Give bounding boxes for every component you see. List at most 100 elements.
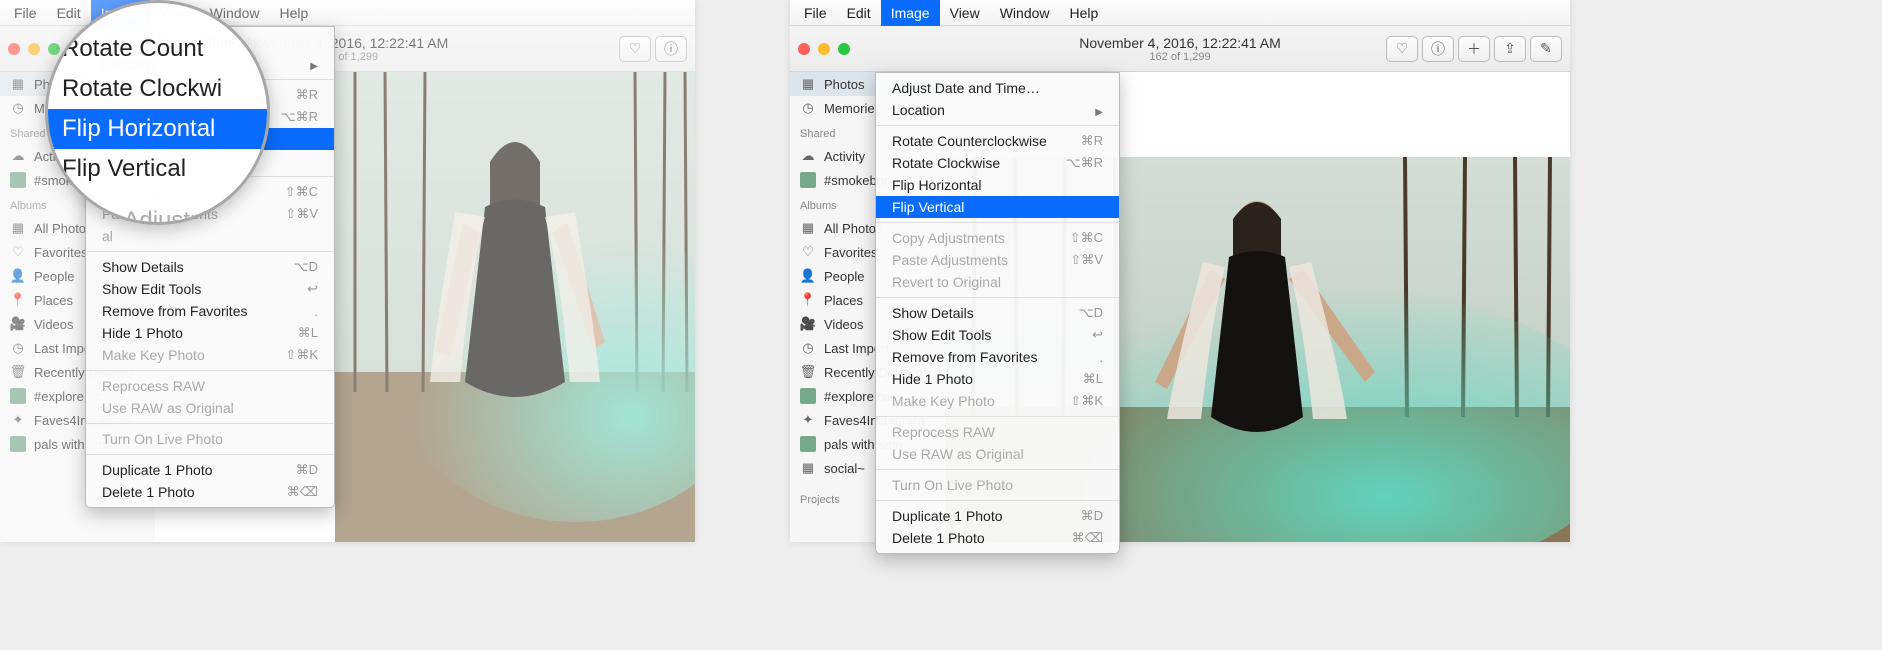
menu-item-rotate-counterclockwise[interactable]: Rotate Counterclockwise⌘R	[876, 130, 1119, 152]
grid-icon: ▦	[800, 460, 816, 476]
camera-icon: 🎥	[10, 316, 26, 332]
minimize-icon[interactable]	[818, 43, 830, 55]
menu-window[interactable]: Window	[990, 0, 1060, 26]
sparkle-icon: ✦	[10, 412, 26, 428]
menu-item-shortcut: ⌥⌘R	[281, 109, 318, 125]
menu-edit[interactable]: Edit	[47, 0, 91, 26]
menu-item-hide-1-photo[interactable]: Hide 1 Photo⌘L	[876, 368, 1119, 390]
menu-item-flip-vertical[interactable]: Flip Vertical	[876, 196, 1119, 218]
mag-item: Rotate Count	[48, 29, 267, 69]
menu-item-delete-1-photo[interactable]: Delete 1 Photo ⌘⌫	[86, 481, 334, 503]
menu-item-shortcut: ⌥D	[294, 259, 318, 275]
menu-item-reprocess-raw: Reprocess RAW	[86, 375, 334, 397]
minimize-icon[interactable]	[28, 43, 40, 55]
sidebar-item-label: social~	[824, 461, 865, 476]
sidebar-item-label: Places	[34, 293, 73, 308]
menubar: File Edit Image View Window Help	[790, 0, 1570, 26]
window-toolbar: November 4, 2016, 12:22:41 AM 162 of 1,2…	[790, 26, 1570, 72]
menu-item-use-raw-as-original: Use RAW as Original	[876, 443, 1119, 465]
menu-item-revert-to-original: Revert to Original	[876, 271, 1119, 293]
menu-item-location[interactable]: Location	[876, 99, 1119, 121]
edit-button[interactable]: ✎	[1530, 36, 1562, 62]
menu-item-label: Rotate Clockwise	[892, 155, 1000, 171]
menu-item-remove-from-favorites[interactable]: Remove from Favorites.	[876, 346, 1119, 368]
menu-item-label: Flip Horizontal	[892, 177, 981, 193]
clock-icon: ◷	[10, 100, 26, 116]
menu-item-shortcut: ⌘R	[296, 87, 318, 103]
menu-item-adjust-date-and-time-[interactable]: Adjust Date and Time…	[876, 77, 1119, 99]
menu-item-flip-horizontal[interactable]: Flip Horizontal	[876, 174, 1119, 196]
menu-item-duplicate-1-photo[interactable]: Duplicate 1 Photo⌘D	[876, 505, 1119, 527]
menu-item-shortcut: ↩	[307, 281, 318, 297]
clock-icon: ◷	[10, 340, 26, 356]
menu-item-label: Reprocess RAW	[102, 378, 205, 394]
menu-item-hide-1-photo[interactable]: Hide 1 Photo⌘L	[86, 322, 334, 344]
menu-item-duplicate-1-photo[interactable]: Duplicate 1 Photo⌘D	[86, 459, 334, 481]
menu-view[interactable]: View	[940, 0, 990, 26]
menu-item-show-details[interactable]: Show Details⌥D	[86, 256, 334, 278]
album-thumb-icon	[800, 172, 816, 188]
menu-item-label: Delete 1 Photo	[892, 530, 985, 546]
clock-icon: ◷	[800, 340, 816, 356]
menu-item-show-details[interactable]: Show Details⌥D	[876, 302, 1119, 324]
menu-item-label: Delete 1 Photo	[102, 484, 195, 500]
menu-item-shortcut: ↩	[1092, 327, 1103, 343]
menu-item-shortcut: ⇧⌘V	[1070, 252, 1103, 268]
menu-help[interactable]: Help	[1060, 0, 1109, 26]
menu-item-show-edit-tools[interactable]: Show Edit Tools ↩	[86, 278, 334, 300]
menu-item-label: Hide 1 Photo	[102, 325, 183, 341]
toolbar-title: November 4, 2016, 12:22:41 AM 162 of 1,2…	[1079, 35, 1281, 63]
menu-item-shortcut: ⌥⌘R	[1066, 155, 1103, 171]
info-button[interactable]: ⓘ	[655, 36, 687, 62]
image-menu-dropdown[interactable]: Adjust Date and Time…Location Rotate Coun…	[875, 72, 1120, 554]
menu-item-show-edit-tools[interactable]: Show Edit Tools ↩	[876, 324, 1119, 346]
menu-item-shortcut: ⇧⌘C	[285, 184, 318, 200]
heart-icon: ♡	[1396, 40, 1409, 57]
favorite-button[interactable]: ♡	[619, 36, 651, 62]
trash-icon: 🗑	[800, 364, 816, 380]
zoom-icon[interactable]	[838, 43, 850, 55]
info-icon: ⓘ	[1431, 39, 1445, 59]
panel-left-screenshot: File Edit Image View Window Help Novembe…	[0, 0, 695, 542]
menu-help[interactable]: Help	[270, 0, 319, 26]
menu-item-copy-adjustments: Copy Adjustments⇧⌘C	[876, 227, 1119, 249]
menu-item-shortcut	[1095, 103, 1103, 118]
menu-item-delete-1-photo[interactable]: Delete 1 Photo ⌘⌫	[876, 527, 1119, 549]
menu-item-remove-from-favorites[interactable]: Remove from Favorites.	[86, 300, 334, 322]
menu-item-shortcut: ⇧⌘K	[1070, 393, 1103, 409]
menu-item-label: Show Edit Tools	[892, 327, 991, 343]
sidebar-item-label: Places	[824, 293, 863, 308]
cloud-icon: ☁	[800, 148, 816, 164]
album-thumb-icon	[10, 172, 26, 188]
photo-viewport	[335, 72, 695, 542]
menu-item-make-key-photo: Make Key Photo⇧⌘K	[86, 344, 334, 366]
close-icon[interactable]	[798, 43, 810, 55]
trash-icon: 🗑	[10, 364, 26, 380]
mag-item: Copy Adjustm	[48, 201, 267, 225]
share-button[interactable]: ⇪	[1494, 36, 1526, 62]
menu-item-shortcut: ⌘R	[1081, 133, 1103, 149]
menu-item-shortcut: ⌘⌫	[1072, 530, 1103, 546]
menu-item-make-key-photo: Make Key Photo⇧⌘K	[876, 390, 1119, 412]
info-button[interactable]: ⓘ	[1422, 36, 1454, 62]
add-button[interactable]: ＋	[1458, 36, 1490, 62]
photo-date: November 4, 2016, 12:22:41 AM	[1079, 35, 1281, 51]
share-icon: ⇪	[1504, 40, 1516, 57]
menu-file[interactable]: File	[794, 0, 837, 26]
menu-item-label: al	[102, 228, 113, 244]
sidebar-item-label: Videos	[824, 317, 864, 332]
menu-image[interactable]: Image	[881, 0, 940, 26]
menu-item-label: Make Key Photo	[102, 347, 205, 363]
menu-item-rotate-clockwise[interactable]: Rotate Clockwise ⌥⌘R	[876, 152, 1119, 174]
plus-icon: ＋	[1467, 39, 1481, 59]
grid-icon: ▦	[800, 220, 816, 236]
menu-item-label: Remove from Favorites	[102, 303, 247, 319]
menu-item-shortcut: ⌘⌫	[287, 484, 318, 500]
menu-edit[interactable]: Edit	[837, 0, 881, 26]
menu-file[interactable]: File	[4, 0, 47, 26]
menu-item-label: Show Edit Tools	[102, 281, 201, 297]
menu-item-label: Duplicate 1 Photo	[892, 508, 1003, 524]
close-icon[interactable]	[8, 43, 20, 55]
favorite-button[interactable]: ♡	[1386, 36, 1418, 62]
menu-item-label: Reprocess RAW	[892, 424, 995, 440]
